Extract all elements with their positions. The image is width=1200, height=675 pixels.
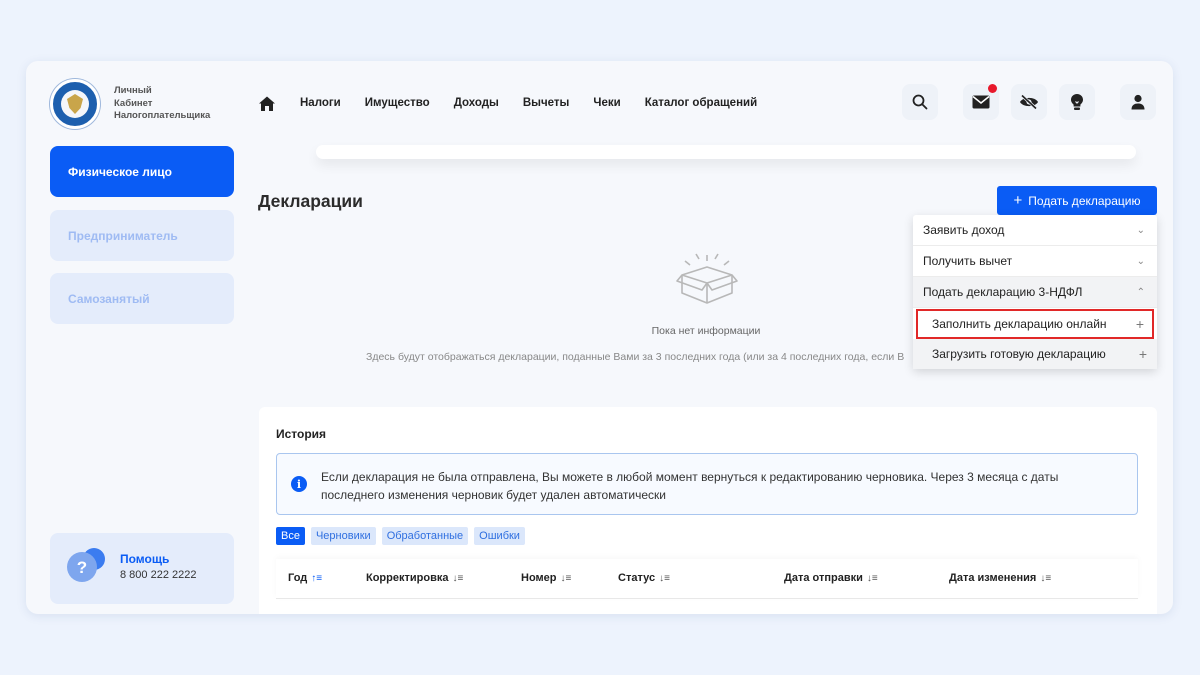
svg-text:?: ? bbox=[77, 558, 87, 577]
messages-button[interactable] bbox=[963, 84, 999, 120]
brand-line: Налогоплательщика bbox=[114, 110, 211, 121]
visibility-toggle-button[interactable] bbox=[1011, 84, 1047, 120]
sidebar-item-individual[interactable]: Физическое лицо bbox=[50, 146, 234, 197]
menu-subitem-label: Загрузить готовую декларацию bbox=[932, 347, 1106, 361]
help-question-icon: ? bbox=[67, 548, 105, 582]
chevron-down-icon: ⌄ bbox=[1136, 255, 1145, 267]
plus-icon: + bbox=[1135, 316, 1144, 332]
history-table-header: Год ↑≡ Корректировка ↓≡ Номер ↓≡ Статус ↓≡ Д… bbox=[276, 559, 1138, 599]
fns-logo[interactable] bbox=[50, 79, 100, 129]
filter-chip-errors[interactable]: Ошибки bbox=[474, 527, 525, 545]
menu-subitem-fill-online[interactable]: Заполнить декларацию онлайн + bbox=[916, 309, 1154, 339]
brand-line: Кабинет bbox=[114, 97, 153, 109]
nav-taxes[interactable]: Налоги bbox=[300, 97, 341, 109]
sort-icon[interactable]: ↑≡ bbox=[311, 573, 322, 584]
declaration-dropdown-menu: Заявить доход ⌄ Получить вычет ⌄ Подать … bbox=[913, 215, 1157, 369]
help-title: Помощь bbox=[120, 552, 170, 566]
brand-line: Личный bbox=[114, 85, 152, 96]
sidebar-item-self-employed[interactable]: Самозанятый bbox=[50, 273, 234, 324]
user-icon bbox=[1131, 94, 1145, 110]
empty-state-description: Здесь будут отображаться декларации, под… bbox=[366, 351, 905, 363]
sort-icon[interactable]: ↓≡ bbox=[1040, 573, 1051, 584]
tips-button[interactable] bbox=[1059, 84, 1095, 120]
history-title: История bbox=[276, 427, 327, 441]
history-filters: Все Черновики Обработанные Ошибки bbox=[276, 527, 525, 545]
plus-icon: + bbox=[1013, 192, 1023, 209]
chevron-down-icon: ⌄ bbox=[1136, 224, 1145, 236]
info-text: Если декларация не была отправлена, Вы м… bbox=[321, 470, 1059, 502]
help-phone[interactable]: 8 800 222 2222 bbox=[120, 569, 196, 581]
profile-button[interactable] bbox=[1120, 84, 1156, 120]
sort-icon[interactable]: ↓≡ bbox=[561, 573, 572, 584]
nav-income[interactable]: Доходы bbox=[454, 97, 499, 109]
column-label: Статус bbox=[618, 572, 656, 584]
eye-off-icon bbox=[1020, 94, 1038, 110]
nav-receipts[interactable]: Чеки bbox=[593, 97, 620, 109]
column-header-correction[interactable]: Корректировка ↓≡ bbox=[366, 572, 463, 584]
brand-title: Личный Кабинет Налогоплательщика bbox=[114, 85, 210, 123]
empty-box-icon bbox=[676, 253, 738, 304]
menu-item-label: Получить вычет bbox=[923, 254, 1013, 268]
header-shadow-divider bbox=[316, 145, 1136, 159]
menu-item-label: Заявить доход bbox=[923, 223, 1005, 237]
filter-chip-processed[interactable]: Обработанные bbox=[381, 527, 469, 545]
app-window: Личный Кабинет Налогоплательщика Налоги … bbox=[26, 61, 1173, 614]
help-card[interactable]: ? Помощь 8 800 222 2222 bbox=[50, 533, 234, 604]
search-icon bbox=[912, 94, 928, 110]
sort-icon[interactable]: ↓≡ bbox=[452, 573, 463, 584]
column-header-year[interactable]: Год ↑≡ bbox=[288, 572, 322, 584]
info-banner: i Если декларация не была отправлена, Вы… bbox=[276, 453, 1138, 515]
nav-property[interactable]: Имущество bbox=[365, 97, 430, 109]
main-nav: Налоги Имущество Доходы Вычеты Чеки Ката… bbox=[300, 97, 757, 109]
menu-item-get-deduction[interactable]: Получить вычет ⌄ bbox=[913, 246, 1157, 277]
submit-declaration-label: Подать декларацию bbox=[1028, 193, 1141, 208]
menu-item-label: Подать декларацию 3-НДФЛ bbox=[923, 285, 1083, 299]
submit-declaration-button[interactable]: + Подать декларацию bbox=[997, 186, 1157, 215]
column-label: Год bbox=[288, 572, 308, 584]
column-header-status[interactable]: Статус ↓≡ bbox=[618, 572, 670, 584]
notification-dot bbox=[988, 84, 997, 93]
nav-deductions[interactable]: Вычеты bbox=[523, 97, 570, 109]
filter-chip-drafts[interactable]: Черновики bbox=[310, 527, 376, 545]
sidebar-item-entrepreneur[interactable]: Предприниматель bbox=[50, 210, 234, 261]
envelope-icon bbox=[972, 95, 990, 109]
menu-subitem-upload-ready[interactable]: Загрузить готовую декларацию + bbox=[913, 339, 1157, 369]
empty-state-title: Пока нет информации bbox=[651, 325, 761, 337]
plus-icon: + bbox=[1138, 346, 1147, 362]
column-label: Дата изменения bbox=[949, 572, 1037, 584]
info-icon: i bbox=[291, 476, 307, 492]
nav-requests-catalog[interactable]: Каталог обращений bbox=[645, 97, 757, 109]
sort-icon[interactable]: ↓≡ bbox=[659, 573, 670, 584]
column-header-sent-date[interactable]: Дата отправки ↓≡ bbox=[784, 572, 878, 584]
menu-item-submit-3ndfl[interactable]: Подать декларацию 3-НДФЛ ⌃ bbox=[913, 277, 1157, 308]
column-label: Корректировка bbox=[366, 572, 449, 584]
lightbulb-icon bbox=[1071, 94, 1083, 110]
chevron-up-icon: ⌃ bbox=[1136, 286, 1145, 298]
home-icon[interactable] bbox=[258, 95, 276, 113]
page-title: Декларации bbox=[258, 191, 363, 211]
column-header-number[interactable]: Номер ↓≡ bbox=[521, 572, 571, 584]
column-label: Номер bbox=[521, 572, 557, 584]
column-label: Дата отправки bbox=[784, 572, 863, 584]
menu-subitem-label: Заполнить декларацию онлайн bbox=[932, 317, 1107, 331]
column-header-modified-date[interactable]: Дата изменения ↓≡ bbox=[949, 572, 1051, 584]
history-card: История i Если декларация не была отправ… bbox=[259, 407, 1157, 614]
sort-icon[interactable]: ↓≡ bbox=[867, 573, 878, 584]
search-button[interactable] bbox=[902, 84, 938, 120]
filter-chip-all[interactable]: Все bbox=[276, 527, 305, 545]
menu-item-declare-income[interactable]: Заявить доход ⌄ bbox=[913, 215, 1157, 246]
